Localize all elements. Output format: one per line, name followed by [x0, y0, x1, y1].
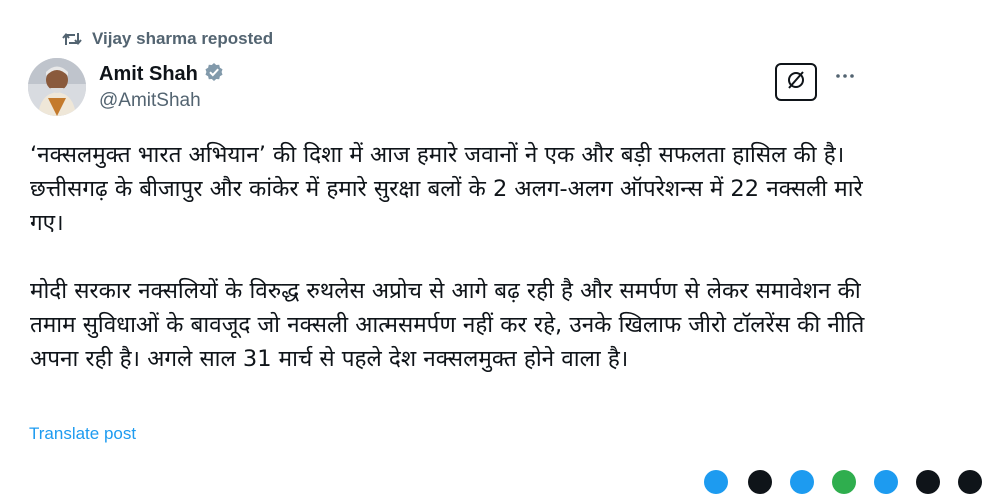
repost-icon	[62, 31, 82, 47]
reaction-icon	[748, 470, 772, 494]
verified-badge-icon	[204, 62, 224, 87]
author-name[interactable]: Amit Shah	[99, 63, 198, 86]
more-button[interactable]	[832, 62, 858, 88]
reaction-icon	[874, 470, 898, 494]
reaction-icons-strip	[700, 470, 1001, 494]
grok-button[interactable]	[775, 63, 817, 101]
reaction-icon	[832, 470, 856, 494]
post-paragraph: ‘नक्सलमुक्त भारत अभियान’ की दिशा में आज …	[30, 142, 863, 236]
post-paragraph: मोदी सरकार नक्सलियों के विरुद्ध रुथलेस अ…	[30, 278, 865, 372]
author-name-row[interactable]: Amit Shah	[99, 62, 224, 87]
post-card: Vijay sharma reposted Amit Shah @AmitSha…	[0, 0, 1001, 455]
translate-post-link[interactable]: Translate post	[29, 424, 136, 444]
avatar[interactable]	[28, 58, 86, 116]
reaction-icon	[958, 470, 982, 494]
reaction-icon	[790, 470, 814, 494]
reaction-icon	[704, 470, 728, 494]
repost-indicator[interactable]: Vijay sharma reposted	[62, 28, 273, 50]
repost-label: Vijay sharma reposted	[92, 29, 274, 48]
more-icon	[835, 66, 855, 84]
reaction-icon	[916, 470, 940, 494]
grok-icon	[784, 68, 808, 97]
post-text: ‘नक्सलमुक्त भारत अभियान’ की दिशा में आज …	[30, 138, 880, 376]
author-handle[interactable]: @AmitShah	[99, 90, 201, 112]
